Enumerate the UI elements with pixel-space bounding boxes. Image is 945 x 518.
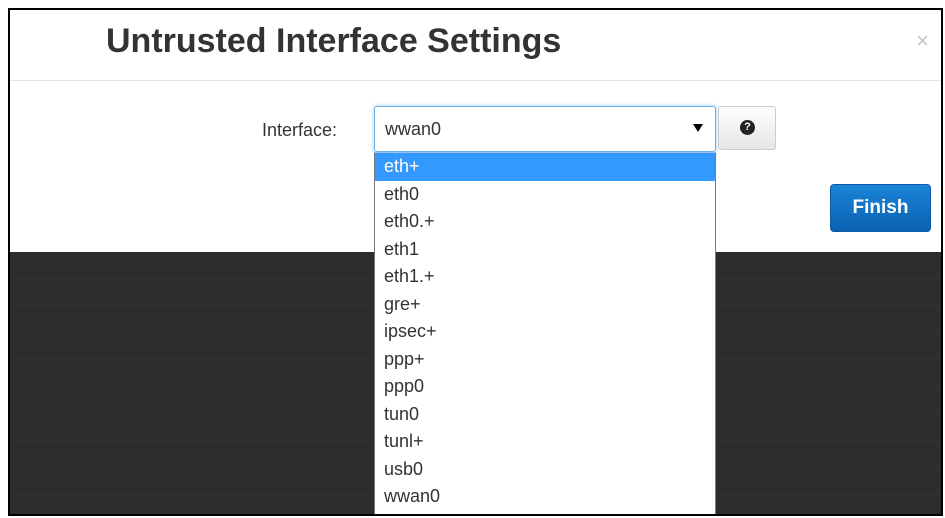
dropdown-option[interactable]: tun0: [375, 401, 715, 429]
modal-header: Untrusted Interface Settings ×: [10, 10, 941, 81]
interface-select-value: wwan0: [385, 119, 442, 139]
interface-label: Interface:: [262, 120, 338, 140]
dropdown-option[interactable]: eth1: [375, 236, 715, 264]
dropdown-option[interactable]: tunl+: [375, 428, 715, 456]
dropdown-option[interactable]: eth0: [375, 181, 715, 209]
dropdown-option[interactable]: usb0: [375, 456, 715, 484]
dropdown-option[interactable]: ppp0: [375, 373, 715, 401]
screenshot-frame: Untrusted Interface Settings × Interface…: [8, 8, 943, 516]
close-button[interactable]: ×: [916, 30, 929, 52]
interface-select[interactable]: wwan0: [374, 106, 716, 152]
dropdown-option[interactable]: ipsec+: [375, 318, 715, 346]
help-button[interactable]: ?: [718, 106, 776, 150]
dropdown-option[interactable]: eth0.+: [375, 208, 715, 236]
interface-dropdown-list: eth+ eth0 eth0.+ eth1 eth1.+ gre+ ipsec+ ppp+ pp…: [374, 152, 716, 514]
dropdown-option[interactable]: eth1.+: [375, 263, 715, 291]
finish-button[interactable]: Finish: [830, 184, 931, 232]
question-circle-icon: ?: [740, 120, 755, 135]
dropdown-option[interactable]: ppp+: [375, 346, 715, 374]
dropdown-option[interactable]: wwan0: [375, 483, 715, 511]
dropdown-option[interactable]: gre+: [375, 291, 715, 319]
caret-down-icon: [693, 124, 703, 132]
dropdown-option[interactable]: eth+: [375, 153, 715, 181]
modal-title: Untrusted Interface Settings: [106, 22, 562, 60]
